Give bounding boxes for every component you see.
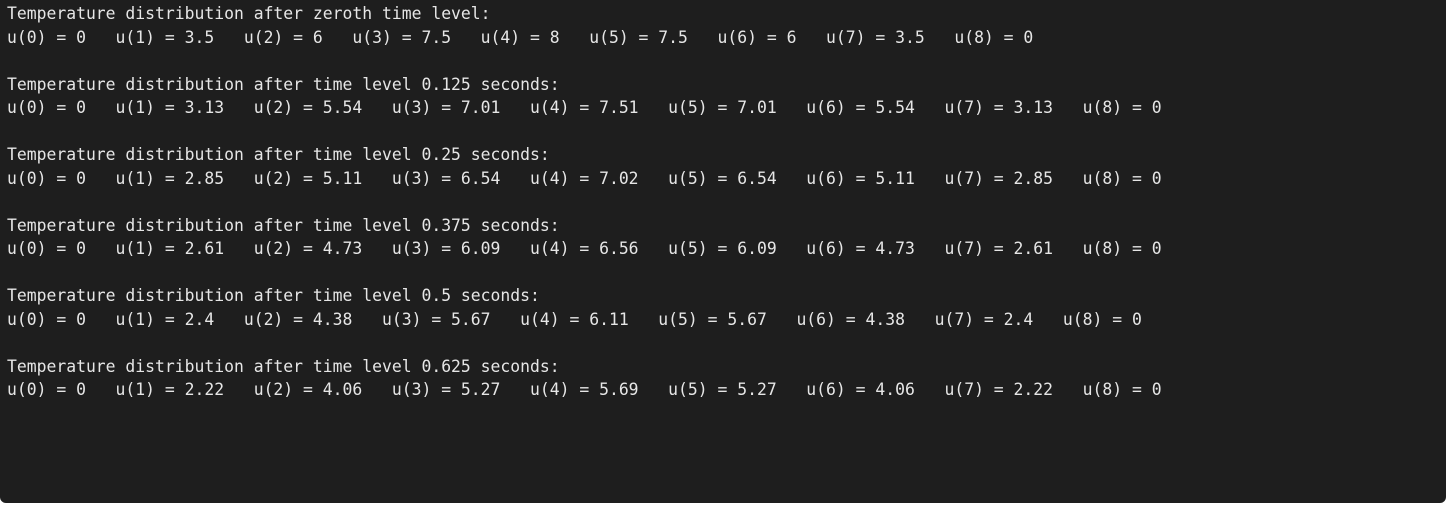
- block-values: u(0) = 0 u(1) = 3.5 u(2) = 6 u(3) = 7.5 …: [7, 27, 1034, 47]
- block-heading: Temperature distribution after time leve…: [7, 215, 560, 235]
- output-block-0.125: Temperature distribution after time leve…: [7, 73, 1446, 144]
- block-values: u(0) = 0 u(1) = 2.85 u(2) = 5.11 u(3) = …: [7, 168, 1162, 188]
- block-values: u(0) = 0 u(1) = 2.22 u(2) = 4.06 u(3) = …: [7, 380, 1162, 399]
- output-block-0.375: Temperature distribution after time leve…: [7, 214, 1446, 285]
- output-block-0.25: Temperature distribution after time leve…: [7, 143, 1446, 214]
- output-block-0.625: Temperature distribution after time leve…: [7, 355, 1446, 402]
- block-values: u(0) = 0 u(1) = 2.61 u(2) = 4.73 u(3) = …: [7, 239, 1162, 258]
- block-values: u(0) = 0 u(1) = 3.13 u(2) = 5.54 u(3) = …: [7, 98, 1162, 117]
- block-heading: Temperature distribution after time leve…: [7, 145, 550, 164]
- block-values: u(0) = 0 u(1) = 2.4 u(2) = 4.38 u(3) = 5…: [7, 309, 1142, 329]
- console-output: Temperature distribution after zeroth ti…: [0, 0, 1446, 503]
- output-block-zeroth: Temperature distribution after zeroth ti…: [7, 2, 1446, 73]
- block-heading: Temperature distribution after time leve…: [7, 356, 560, 376]
- block-heading: Temperature distribution after zeroth ti…: [7, 4, 491, 23]
- block-heading: Temperature distribution after time leve…: [7, 286, 540, 305]
- block-heading: Temperature distribution after time leve…: [7, 74, 560, 94]
- output-block-0.5: Temperature distribution after time leve…: [7, 284, 1446, 355]
